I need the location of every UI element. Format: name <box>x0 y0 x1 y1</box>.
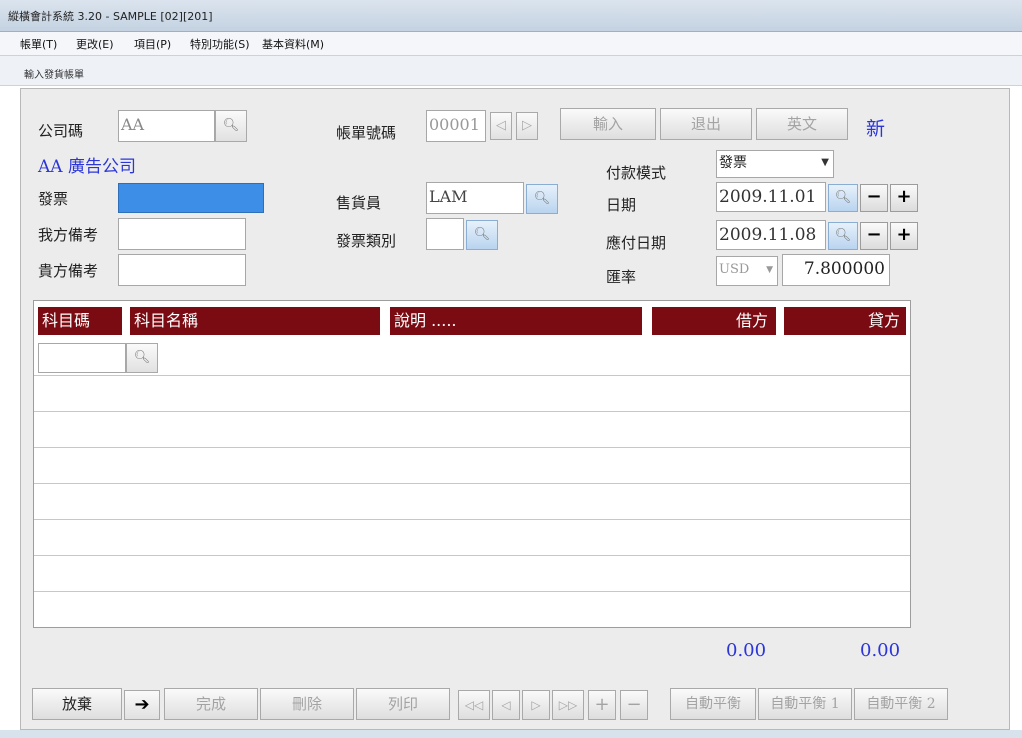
your-ref-label: 貴方備考 <box>38 262 99 280</box>
add-row-button[interactable]: + <box>588 690 616 720</box>
print-button[interactable]: 列印 <box>356 688 450 720</box>
menu-bills[interactable]: 帳單(T) <box>20 36 57 52</box>
salesman-search-button[interactable]: 🔍︎ <box>526 184 558 214</box>
first-record-button[interactable]: ◁◁ <box>458 690 490 720</box>
date-minus-button[interactable]: − <box>860 184 888 212</box>
window-bottom-frame <box>0 730 1022 738</box>
arrow-right-button[interactable]: ➔ <box>124 690 160 720</box>
invoice-type-label: 發票類別 <box>336 232 397 250</box>
invoice-label: 發票 <box>38 190 69 208</box>
due-date-input[interactable]: 2009.11.08 <box>716 220 826 250</box>
row-account-search-button[interactable]: 🔍︎ <box>126 343 158 373</box>
auto-balance-2-button[interactable]: 自動平衡 2 <box>854 688 948 720</box>
row-rule <box>34 591 910 592</box>
row-rule <box>34 555 910 556</box>
due-date-label: 應付日期 <box>606 234 667 252</box>
due-date-minus-button[interactable]: − <box>860 222 888 250</box>
arrow-right-icon: ➔ <box>134 694 150 715</box>
credit-total: 0.00 <box>860 640 901 661</box>
remove-row-button[interactable]: − <box>620 690 648 720</box>
currency-value: USD <box>719 262 750 277</box>
magnifier-icon: 🔍︎ <box>834 190 852 205</box>
triangle-left-icon: ◁ <box>496 118 506 133</box>
previous-record-button[interactable]: ◁ <box>492 690 520 720</box>
bill-no-label: 帳單號碼 <box>336 124 397 142</box>
menu-bar: 帳單(T) 更改(E) 項目(P) 特別功能(S) 基本資料(M) <box>0 32 1022 56</box>
invoice-type-input[interactable] <box>426 218 464 250</box>
col-header-description: 說明 ..... <box>390 307 642 335</box>
chevron-down-icon: ▼ <box>821 157 829 168</box>
entries-grid: 科目碼 科目名稱 說明 ..... 借方 貸方 🔍︎ <box>33 300 911 628</box>
payment-mode-label: 付款模式 <box>606 164 667 182</box>
menu-special[interactable]: 特別功能(S) <box>190 36 250 52</box>
date-plus-button[interactable]: + <box>890 184 918 212</box>
input-button[interactable]: 輸入 <box>560 108 656 140</box>
salesman-input[interactable]: LAM <box>426 182 524 214</box>
form-title: 輸入發貨帳單 <box>24 70 84 81</box>
payment-mode-value: 發票 <box>719 155 747 171</box>
triangle-right-icon: ▷ <box>531 698 541 712</box>
child-window-frame <box>0 56 1022 86</box>
col-header-debit: 借方 <box>652 307 776 335</box>
payment-mode-select[interactable]: 發票 ▼ <box>716 150 834 178</box>
col-header-account-name: 科目名稱 <box>130 307 380 335</box>
double-right-icon: ▷▷ <box>558 698 578 712</box>
our-ref-label: 我方備考 <box>38 226 99 244</box>
date-input[interactable]: 2009.11.01 <box>716 182 826 212</box>
magnifier-icon: 🔍︎ <box>133 350 151 365</box>
company-name: AA 廣告公司 <box>38 157 136 177</box>
menu-items[interactable]: 項目(P) <box>134 36 171 52</box>
record-status: 新 <box>866 118 886 140</box>
last-record-button[interactable]: ▷▷ <box>552 690 584 720</box>
company-search-button[interactable]: 🔍︎ <box>215 110 247 142</box>
chevron-down-icon: ▼ <box>766 265 773 275</box>
date-label: 日期 <box>606 196 637 214</box>
exit-button[interactable]: 退出 <box>660 108 752 140</box>
bill-next-button[interactable]: ▷ <box>516 112 538 140</box>
row-account-code-input[interactable] <box>38 343 126 373</box>
invoice-type-search-button[interactable]: 🔍︎ <box>466 220 498 250</box>
row-rule <box>34 375 910 376</box>
salesman-label: 售貨員 <box>336 194 382 212</box>
company-code-label: 公司碼 <box>38 122 84 140</box>
bill-no-input[interactable]: 00001 <box>426 110 486 142</box>
currency-select[interactable]: USD ▼ <box>716 256 778 286</box>
magnifier-icon: 🔍︎ <box>473 227 491 242</box>
menu-edit[interactable]: 更改(E) <box>76 36 114 52</box>
plus-icon: + <box>594 694 610 715</box>
our-ref-input[interactable] <box>118 218 246 250</box>
complete-button[interactable]: 完成 <box>164 688 258 720</box>
rate-label: 匯率 <box>606 268 637 286</box>
magnifier-icon: 🔍︎ <box>834 228 852 243</box>
auto-balance-1-button[interactable]: 自動平衡 1 <box>758 688 852 720</box>
company-code-input[interactable]: AA <box>118 110 215 142</box>
minus-icon: − <box>626 694 642 715</box>
due-date-plus-button[interactable]: + <box>890 222 918 250</box>
row-rule <box>34 519 910 520</box>
double-left-icon: ◁◁ <box>464 698 484 712</box>
magnifier-icon: 🔍︎ <box>533 191 551 206</box>
delete-button[interactable]: 刪除 <box>260 688 354 720</box>
exchange-rate-input[interactable]: 7.800000 <box>782 254 890 286</box>
magnifier-icon: 🔍︎ <box>222 118 240 133</box>
row-rule <box>34 447 910 448</box>
bill-prev-button[interactable]: ◁ <box>490 112 512 140</box>
date-picker-button[interactable]: 🔍︎ <box>828 184 858 212</box>
row-rule <box>34 411 910 412</box>
col-header-account-code: 科目碼 <box>38 307 122 335</box>
row-rule <box>34 483 910 484</box>
next-record-button[interactable]: ▷ <box>522 690 550 720</box>
abandon-button[interactable]: 放棄 <box>32 688 122 720</box>
window-title: 縱橫會計系統 3.20 - SAMPLE [02][201] <box>8 10 213 23</box>
menu-master-data[interactable]: 基本資料(M) <box>262 36 324 52</box>
invoice-input[interactable] <box>118 183 264 213</box>
triangle-left-icon: ◁ <box>501 698 511 712</box>
your-ref-input[interactable] <box>118 254 246 286</box>
triangle-right-icon: ▷ <box>522 118 532 133</box>
debit-total: 0.00 <box>726 640 767 661</box>
col-header-credit: 貸方 <box>784 307 906 335</box>
due-date-picker-button[interactable]: 🔍︎ <box>828 222 858 250</box>
auto-balance-button[interactable]: 自動平衡 <box>670 688 756 720</box>
english-button[interactable]: 英文 <box>756 108 848 140</box>
